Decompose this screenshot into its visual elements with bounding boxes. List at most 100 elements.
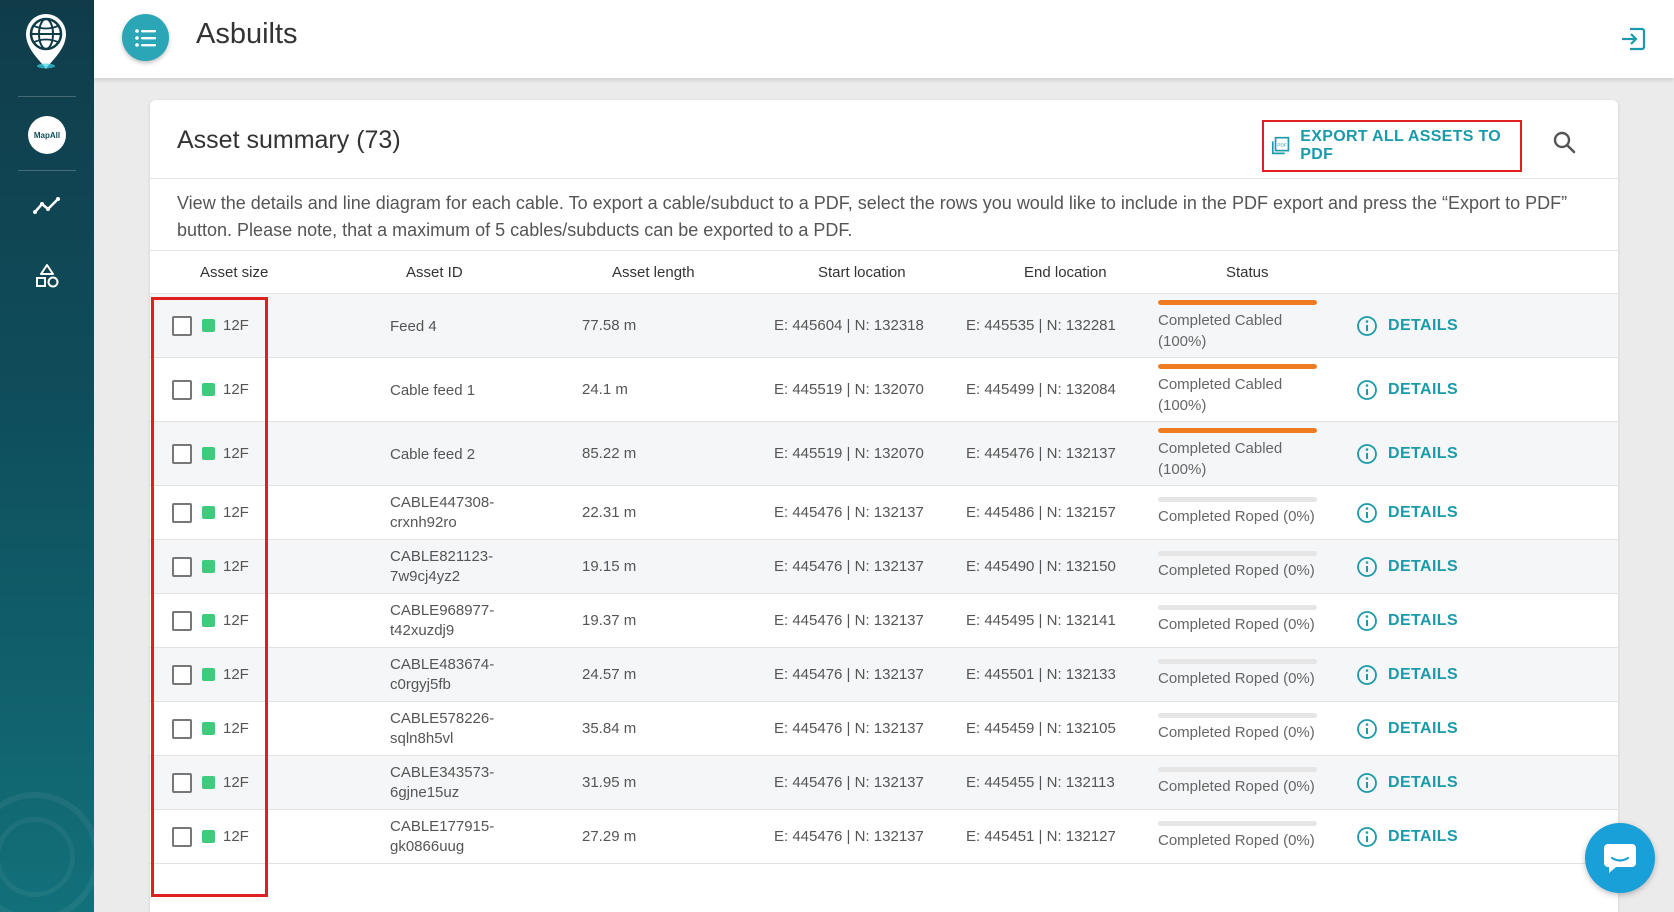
mapall-badge[interactable]: MapAll bbox=[28, 116, 66, 154]
export-all-pdf-button[interactable]: PDF EXPORT ALL ASSETS TO PDF bbox=[1262, 120, 1522, 172]
asset-length-value: 24.57 m bbox=[582, 666, 637, 683]
asset-id-value: CABLE447308- crxnh92ro bbox=[390, 493, 494, 533]
asset-size-value: 12F bbox=[223, 445, 249, 462]
chat-button[interactable] bbox=[1585, 823, 1655, 893]
status-line1: Completed Roped (0%) bbox=[1158, 508, 1315, 525]
app-logo-icon[interactable] bbox=[22, 12, 70, 70]
status-progress-fill bbox=[1158, 364, 1317, 369]
sidebar-divider bbox=[18, 96, 76, 97]
row-checkbox[interactable] bbox=[172, 719, 192, 739]
row-checkbox[interactable] bbox=[172, 665, 192, 685]
info-icon bbox=[1357, 557, 1377, 577]
details-button[interactable]: DETAILS bbox=[1356, 664, 1458, 686]
asset-id-line1: Cable feed 1 bbox=[390, 382, 476, 399]
details-button[interactable]: DETAILS bbox=[1356, 502, 1458, 524]
row-checkbox[interactable] bbox=[172, 557, 192, 577]
table-row[interactable]: 12F CABLE578226- sqln8h5vl 35.84 m E: 445476… bbox=[150, 702, 1618, 756]
row-checkbox[interactable] bbox=[172, 503, 192, 523]
logout-button[interactable] bbox=[1618, 24, 1648, 54]
end-location-value: E: 445455 | N: 132113 bbox=[966, 774, 1115, 791]
status-line1: Completed Roped (0%) bbox=[1158, 670, 1315, 687]
status-line2: (100%) bbox=[1158, 461, 1207, 478]
status-progress-fill bbox=[1158, 428, 1317, 433]
asset-length-value: 27.29 m bbox=[582, 828, 637, 845]
asset-id-value: CABLE343573- 6gjne15uz bbox=[390, 763, 494, 803]
asset-id-line2: gk0866uug bbox=[390, 838, 465, 855]
asset-id-line1: CABLE821123- bbox=[390, 548, 494, 565]
details-button[interactable]: DETAILS bbox=[1356, 556, 1458, 578]
row-checkbox[interactable] bbox=[172, 316, 192, 336]
table-row[interactable]: 12F CABLE177915- gk0866uug 27.29 m E: 445476… bbox=[150, 810, 1618, 864]
col-status[interactable]: Status bbox=[1226, 264, 1269, 281]
sidebar-item-analytics[interactable] bbox=[27, 186, 67, 226]
details-label: DETAILS bbox=[1388, 381, 1459, 398]
asset-id-line1: CABLE177915- bbox=[390, 818, 495, 835]
search-icon bbox=[1553, 131, 1576, 154]
col-end-location[interactable]: End location bbox=[1024, 264, 1107, 281]
status-line1: Completed Roped (0%) bbox=[1158, 724, 1315, 741]
details-button[interactable]: DETAILS bbox=[1356, 826, 1458, 848]
table-row[interactable]: 12F CABLE821123- 7w9cj4yz2 19.15 m E: 445476… bbox=[150, 540, 1618, 594]
status-line1: Completed Roped (0%) bbox=[1158, 832, 1315, 849]
table-row[interactable]: 12F Feed 4 77.58 m E: 445604 | N: 132318 E: … bbox=[150, 294, 1618, 358]
status-text: Completed Cabled (100%) bbox=[1158, 438, 1338, 480]
asset-length-value: 85.22 m bbox=[582, 445, 637, 462]
asset-summary-card: Asset summary (73) PDF EXPORT ALL ASSETS… bbox=[150, 100, 1618, 912]
details-button[interactable]: DETAILS bbox=[1356, 718, 1458, 740]
details-button[interactable]: DETAILS bbox=[1356, 379, 1458, 401]
asset-id-line2: crxnh92ro bbox=[390, 514, 457, 531]
details-label: DETAILS bbox=[1388, 612, 1459, 629]
asset-id-value: Cable feed 2 bbox=[390, 445, 475, 465]
size-color-marker bbox=[202, 560, 215, 573]
row-checkbox[interactable] bbox=[172, 444, 192, 464]
row-checkbox[interactable] bbox=[172, 773, 192, 793]
status-progress-bar bbox=[1158, 713, 1317, 718]
details-label: DETAILS bbox=[1388, 828, 1459, 845]
row-checkbox[interactable] bbox=[172, 827, 192, 847]
svg-text:PDF: PDF bbox=[1277, 142, 1286, 147]
status-progress-fill bbox=[1158, 300, 1317, 305]
details-button[interactable]: DETAILS bbox=[1356, 315, 1458, 337]
table-row[interactable]: 12F CABLE968977- t42xuzdj9 19.37 m E: 445476… bbox=[150, 594, 1618, 648]
table-row[interactable]: 12F CABLE343573- 6gjne15uz 31.95 m E: 445476… bbox=[150, 756, 1618, 810]
details-label: DETAILS bbox=[1388, 666, 1459, 683]
table-row[interactable]: 12F CABLE483674- c0rgyj5fb 24.57 m E: 445476… bbox=[150, 648, 1618, 702]
status-text: Completed Roped (0%) bbox=[1158, 830, 1338, 851]
details-button[interactable]: DETAILS bbox=[1356, 610, 1458, 632]
table-row[interactable]: 12F Cable feed 2 85.22 m E: 445519 | N: 132… bbox=[150, 422, 1618, 486]
col-start-location[interactable]: Start location bbox=[818, 264, 906, 281]
asset-size-value: 12F bbox=[223, 774, 249, 791]
col-asset-length[interactable]: Asset length bbox=[612, 264, 695, 281]
status-text: Completed Roped (0%) bbox=[1158, 506, 1338, 527]
end-location-value: E: 445451 | N: 132127 bbox=[966, 828, 1116, 845]
table-row[interactable]: 12F CABLE447308- crxnh92ro 22.31 m E: 445476… bbox=[150, 486, 1618, 540]
status-line1: Completed Cabled bbox=[1158, 376, 1283, 393]
details-button[interactable]: DETAILS bbox=[1356, 443, 1458, 465]
row-checkbox[interactable] bbox=[172, 380, 192, 400]
end-location-value: E: 445476 | N: 132137 bbox=[966, 445, 1116, 462]
status-line1: Completed Roped (0%) bbox=[1158, 616, 1315, 633]
asset-size-value: 12F bbox=[223, 828, 249, 845]
menu-button[interactable] bbox=[122, 14, 169, 61]
details-label: DETAILS bbox=[1388, 720, 1459, 737]
details-button[interactable]: DETAILS bbox=[1356, 772, 1458, 794]
table-row[interactable]: 12F Cable feed 1 24.1 m E: 445519 | N: 1320… bbox=[150, 358, 1618, 422]
logout-icon bbox=[1622, 27, 1646, 51]
search-button[interactable] bbox=[1552, 130, 1582, 160]
sidebar: MapAll bbox=[0, 0, 94, 912]
sidebar-item-shapes[interactable] bbox=[27, 256, 67, 296]
asset-id-line1: Feed 4 bbox=[390, 318, 437, 335]
asset-size-value: 12F bbox=[223, 381, 249, 398]
asset-id-line1: CABLE968977- bbox=[390, 602, 495, 619]
status-text: Completed Roped (0%) bbox=[1158, 722, 1338, 743]
status-progress-bar bbox=[1158, 659, 1317, 664]
details-label: DETAILS bbox=[1388, 504, 1459, 521]
asset-id-line1: CABLE483674- bbox=[390, 656, 495, 673]
row-checkbox[interactable] bbox=[172, 611, 192, 631]
details-label: DETAILS bbox=[1388, 317, 1459, 334]
size-color-marker bbox=[202, 776, 215, 789]
col-asset-size[interactable]: Asset size bbox=[200, 264, 268, 281]
status-progress-bar bbox=[1158, 551, 1317, 556]
col-asset-id[interactable]: Asset ID bbox=[406, 264, 463, 281]
asset-size-value: 12F bbox=[223, 720, 249, 737]
